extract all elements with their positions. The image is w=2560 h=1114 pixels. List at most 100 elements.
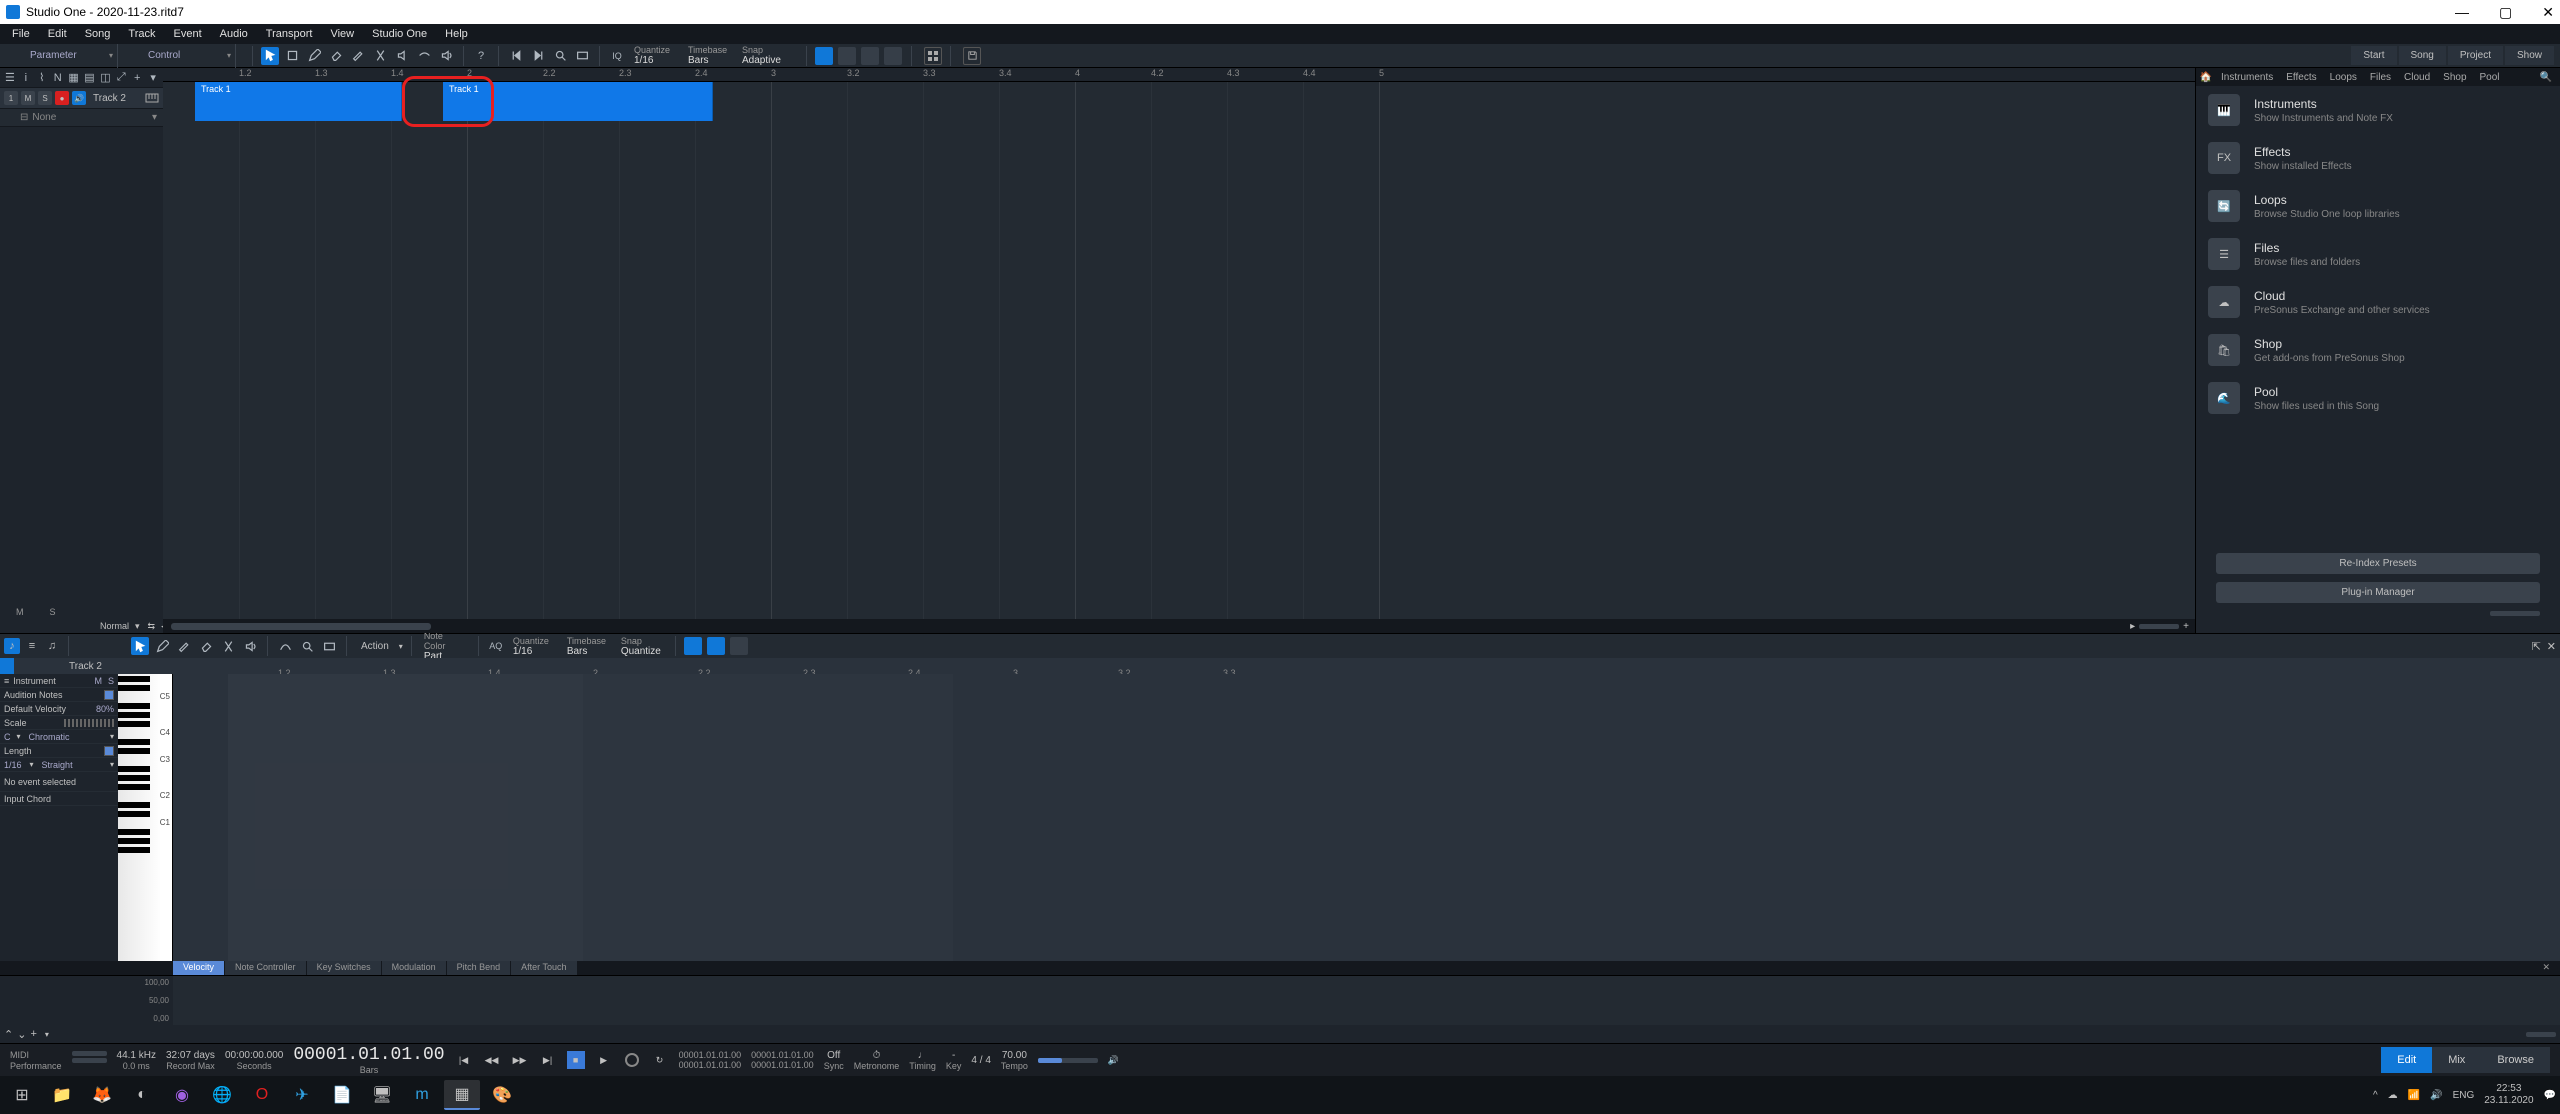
snap-setting[interactable]: Snap Adaptive	[738, 45, 798, 66]
keysw-tab[interactable]: Key Switches	[307, 961, 381, 975]
track-solo[interactable]: S	[38, 91, 52, 105]
metro-icon[interactable]: ⏱	[873, 1050, 881, 1061]
page-show[interactable]: Show	[2505, 46, 2554, 65]
reindex-button[interactable]: Re-Index Presets	[2216, 553, 2540, 574]
telegram-icon[interactable]: ✈	[284, 1080, 320, 1110]
range-tool[interactable]	[283, 47, 301, 65]
loop-button[interactable]: ↻	[651, 1051, 669, 1069]
tray-notifications[interactable]: 💬	[2544, 1090, 2556, 1101]
tray-sound[interactable]: 🔊	[2430, 1090, 2442, 1101]
forward-end[interactable]: ▶|	[539, 1051, 557, 1069]
tempo[interactable]: 70.00	[1002, 1050, 1027, 1061]
editor-detach[interactable]: ⇱	[2532, 640, 2541, 653]
menu-edit[interactable]: Edit	[40, 28, 75, 40]
tab-shop[interactable]: Shop	[2437, 70, 2472, 85]
pitch-tab[interactable]: Pitch Bend	[447, 961, 511, 975]
piano-keyboard[interactable]: C5C4C3C2C1	[118, 674, 173, 961]
mute-tool[interactable]	[393, 47, 411, 65]
maximize-button[interactable]: ▢	[2499, 4, 2512, 21]
editor-close[interactable]: ✕	[2547, 640, 2556, 653]
action-menu[interactable]: Action	[355, 641, 395, 652]
browser-item-files[interactable]: ☰FilesBrowse files and folders	[2196, 230, 2560, 278]
opera-icon[interactable]: O	[244, 1080, 280, 1110]
menu-file[interactable]: File	[4, 28, 38, 40]
page-song[interactable]: Song	[2399, 46, 2446, 65]
aq-button[interactable]: AQ	[487, 637, 505, 655]
instrument-icon[interactable]	[145, 91, 159, 105]
tray-time[interactable]: 22:53	[2496, 1083, 2521, 1095]
audition-check[interactable]	[104, 690, 114, 700]
editor-snap-on[interactable]	[684, 637, 702, 655]
record-button[interactable]	[623, 1051, 641, 1069]
editor-quantize[interactable]: Quantize 1/16	[509, 636, 559, 657]
lane-add[interactable]: +	[30, 1028, 36, 1040]
forward[interactable]: ▶▶	[511, 1051, 529, 1069]
view-mix[interactable]: Mix	[2432, 1047, 2481, 1073]
tray-expand[interactable]: ^	[2373, 1090, 2378, 1101]
browser-item-shop[interactable]: 🛍ShopGet add-ons from PreSonus Shop	[2196, 326, 2560, 374]
mod-tab[interactable]: Modulation	[382, 961, 446, 975]
tracklist-opt-6[interactable]: ◫	[99, 69, 111, 87]
tray-wifi[interactable]: 📶	[2408, 1090, 2420, 1101]
grid-view[interactable]	[924, 47, 942, 65]
track-mute[interactable]: M	[21, 91, 35, 105]
after-tab[interactable]: After Touch	[511, 961, 576, 975]
parameter-cell[interactable]: Parameter	[0, 44, 118, 68]
zoom-out-h[interactable]: ▸	[2130, 621, 2135, 632]
arrow-tool[interactable]	[261, 47, 279, 65]
tracklist-opt-1[interactable]: ☰	[4, 69, 16, 87]
info-tool[interactable]: ?	[472, 47, 490, 65]
tracklist-opt-8[interactable]: ▾	[147, 69, 159, 87]
quantize-setting[interactable]: Quantize 1/16	[630, 45, 680, 66]
snap-mode-1[interactable]	[838, 47, 856, 65]
app-icon-6[interactable]: 🎨	[484, 1080, 520, 1110]
iq-button[interactable]: IQ	[608, 47, 626, 65]
volume-slider[interactable]	[1038, 1058, 1098, 1063]
bend-tool[interactable]	[415, 47, 433, 65]
zoom-full[interactable]	[573, 47, 591, 65]
listen-tool[interactable]	[437, 47, 455, 65]
lane-next[interactable]: ⌄	[17, 1028, 26, 1041]
editor-erase-tool[interactable]	[197, 637, 215, 655]
tracklist-opt-2[interactable]: i	[20, 69, 32, 87]
editor-tab-score[interactable]: ♫	[44, 638, 60, 654]
zoom-in-h[interactable]: +	[2183, 621, 2189, 632]
lane-prev[interactable]: ⌃	[4, 1028, 13, 1041]
minimize-button[interactable]: —	[2455, 4, 2469, 21]
add-track-icon[interactable]: +	[131, 69, 143, 87]
height-mode[interactable]: Normal	[100, 621, 129, 631]
browser-item-loop[interactable]: 🔄LoopsBrowse Studio One loop libraries	[2196, 182, 2560, 230]
editor-mute[interactable]: M	[94, 676, 102, 686]
tab-loops[interactable]: Loops	[2324, 70, 2363, 85]
menu-event[interactable]: Event	[166, 28, 210, 40]
menu-view[interactable]: View	[322, 28, 362, 40]
rewind[interactable]: ◀◀	[483, 1051, 501, 1069]
browser-item-pool[interactable]: 🌊PoolShow files used in this Song	[2196, 374, 2560, 422]
editor-snap-3[interactable]	[730, 637, 748, 655]
control-cell[interactable]: Control	[118, 44, 236, 68]
play-button[interactable]: ▶	[595, 1051, 613, 1069]
explorer-icon[interactable]: 📁	[44, 1080, 80, 1110]
velocity-lane[interactable]	[173, 976, 2560, 1025]
tray-cloud[interactable]: ☁	[2388, 1090, 2398, 1101]
editor-zoom-slider[interactable]	[2526, 1032, 2556, 1037]
global-solo[interactable]: S	[50, 607, 56, 617]
browser-item-cloud[interactable]: ☁CloudPreSonus Exchange and other servic…	[2196, 278, 2560, 326]
editor-curve-tool[interactable]	[276, 637, 294, 655]
editor-tab-drum[interactable]: ≡	[24, 638, 40, 654]
app-icon-3[interactable]: 📄	[324, 1080, 360, 1110]
home-icon[interactable]: 🏠	[2198, 70, 2214, 85]
app-icon-4[interactable]: 🖥	[364, 1080, 400, 1110]
menu-studioone[interactable]: Studio One	[364, 28, 435, 40]
loop-start[interactable]: 00001.01.01.00	[679, 1050, 742, 1060]
length-mode[interactable]: Straight	[42, 760, 73, 770]
view-browse[interactable]: Browse	[2481, 1047, 2550, 1073]
split-tool[interactable]	[371, 47, 389, 65]
defvel-value[interactable]: 80%	[96, 704, 114, 714]
editor-paint-tool[interactable]	[175, 637, 193, 655]
editor-snap-2[interactable]	[707, 637, 725, 655]
app-icon-2[interactable]: ◉	[164, 1080, 200, 1110]
menu-help[interactable]: Help	[437, 28, 476, 40]
editor-draw-tool[interactable]	[153, 637, 171, 655]
tray-date[interactable]: 23.11.2020	[2484, 1095, 2533, 1107]
